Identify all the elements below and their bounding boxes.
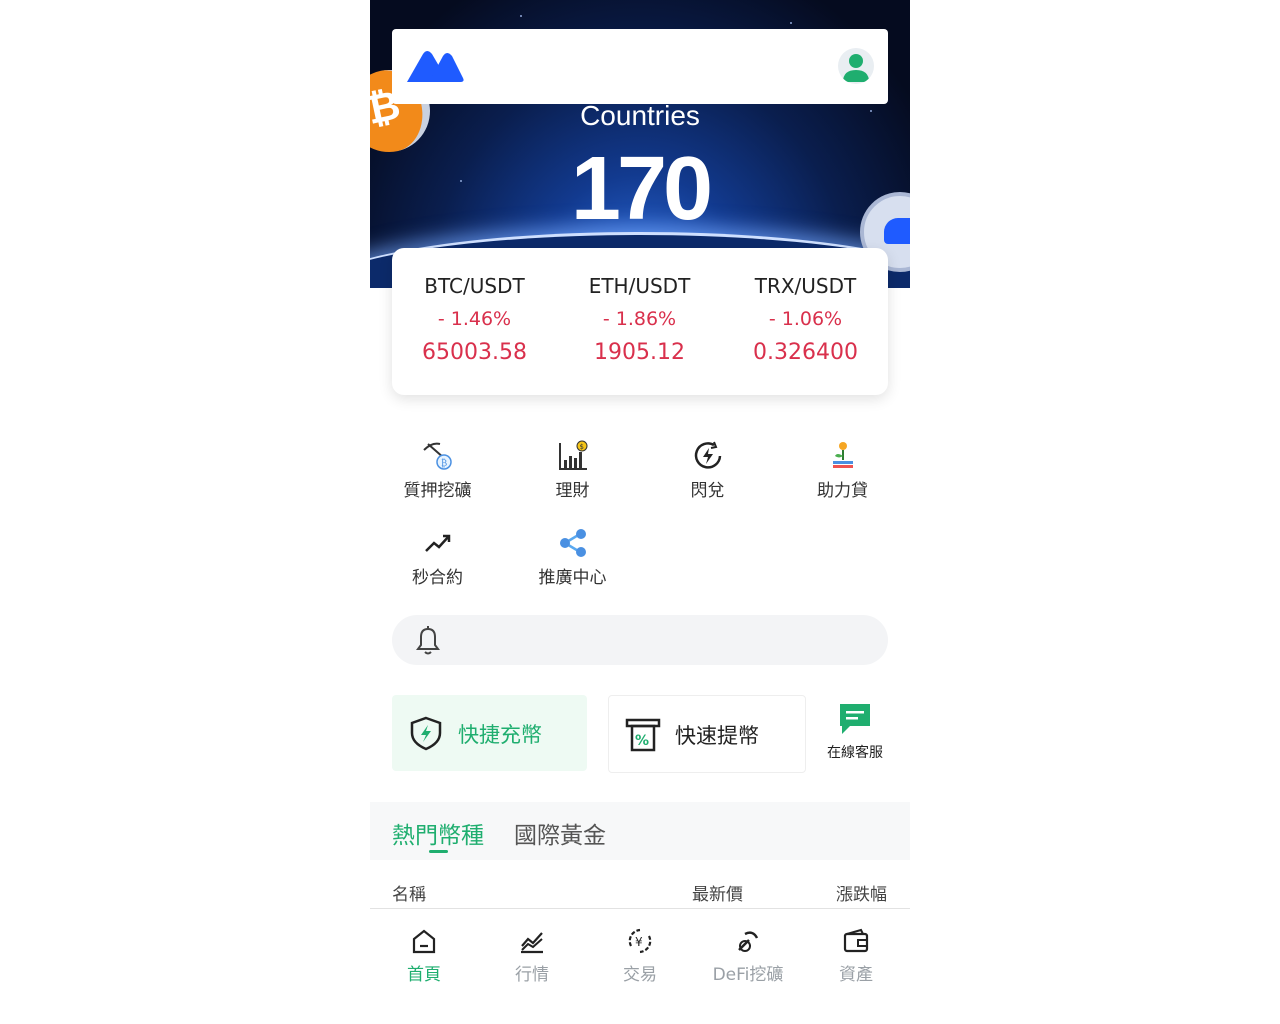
menu-loan[interactable]: 助力貸 <box>775 440 910 501</box>
nav-trade[interactable]: ¥ 交易 <box>586 928 694 985</box>
quick-deposit-label: 快捷充幣 <box>458 723 542 747</box>
share-icon <box>559 529 586 557</box>
market-tab-bar: 熱門幣種 國際黃金 <box>370 802 910 860</box>
flash-exchange-icon <box>694 441 721 469</box>
menu-flash-exchange[interactable]: 閃兌 <box>640 440 775 501</box>
online-support-button[interactable]: 在線客服 <box>822 702 888 762</box>
ticker-pair: TRX/USDT <box>754 274 857 298</box>
nav-label: DeFi挖礦 <box>712 965 784 985</box>
active-tab-indicator <box>429 850 448 853</box>
tab-hot-coins[interactable]: 熱門幣種 <box>392 816 484 850</box>
online-support-label: 在線客服 <box>827 745 883 761</box>
ticker-price: 0.326400 <box>753 340 858 365</box>
menu-second-contract[interactable]: 秒合約 <box>370 527 505 588</box>
column-header-name[interactable]: 名稱 <box>392 880 426 905</box>
quick-deposit-button[interactable]: 快捷充幣 <box>392 695 587 771</box>
pickaxe-icon <box>738 931 759 952</box>
nav-label: 交易 <box>623 965 657 985</box>
announcement-bar[interactable] <box>392 615 888 665</box>
top-header <box>392 29 888 104</box>
finance-chart-icon: $ <box>558 440 587 470</box>
nav-label: 首頁 <box>407 965 441 985</box>
tab-international-gold[interactable]: 國際黃金 <box>514 816 606 850</box>
menu-label: 質押挖礦 <box>403 481 472 501</box>
bell-icon <box>416 626 440 655</box>
menu-label: 閃兌 <box>690 481 725 501</box>
menu-label: 助力貸 <box>817 481 868 501</box>
chat-bubble-icon <box>840 704 870 734</box>
app-screen: ₿ Countries 170 BTC/USDT - 1.46% 65003.5… <box>370 0 910 1024</box>
ticker-change: - 1.46% <box>437 308 512 330</box>
ticker-btc[interactable]: BTC/USDT - 1.46% 65003.58 <box>392 274 557 365</box>
menu-label: 理財 <box>555 481 590 501</box>
market-chart-icon <box>521 932 543 954</box>
svg-text:%: % <box>635 733 649 749</box>
wallet-icon <box>843 928 869 953</box>
svg-text:₿: ₿ <box>441 458 447 469</box>
ticker-pair: ETH/USDT <box>588 274 691 298</box>
svg-text:¥: ¥ <box>635 935 643 949</box>
withdraw-receipt-icon: % <box>625 718 661 752</box>
header-divider <box>370 908 910 909</box>
user-avatar-icon[interactable] <box>838 48 874 84</box>
loan-plant-icon <box>832 442 853 468</box>
column-header-price[interactable]: 最新價 <box>692 880 743 905</box>
banner-number: 170 <box>570 139 713 239</box>
svg-text:$: $ <box>579 443 583 451</box>
mining-icon: ₿ <box>422 442 452 470</box>
ticker-price: 1905.12 <box>594 340 685 365</box>
nav-label: 資產 <box>839 965 873 985</box>
nav-assets[interactable]: 資產 <box>802 928 910 985</box>
ticker-trx[interactable]: TRX/USDT - 1.06% 0.326400 <box>723 274 888 365</box>
nav-defi-mining[interactable]: DeFi挖礦 <box>694 928 802 985</box>
menu-finance[interactable]: $ 理財 <box>505 440 640 501</box>
menu-label: 推廣中心 <box>538 568 607 588</box>
shield-lightning-icon <box>410 716 442 751</box>
quick-withdraw-button[interactable]: % 快速提幣 <box>608 695 806 773</box>
star-decoration <box>790 22 792 24</box>
ticker-change: - 1.06% <box>768 308 843 330</box>
trend-up-icon <box>424 534 450 552</box>
ticker-pair: BTC/USDT <box>424 274 525 298</box>
nav-market[interactable]: 行情 <box>478 928 586 985</box>
column-header-change[interactable]: 漲跌幅 <box>836 880 887 905</box>
yuan-exchange-icon: ¥ <box>628 928 652 954</box>
star-decoration <box>520 15 522 17</box>
menu-staking-mining[interactable]: ₿ 質押挖礦 <box>370 440 505 501</box>
ticker-eth[interactable]: ETH/USDT - 1.86% 1905.12 <box>557 274 722 365</box>
market-ticker-card: BTC/USDT - 1.46% 65003.58 ETH/USDT - 1.8… <box>392 248 888 395</box>
quick-withdraw-label: 快速提幣 <box>675 724 759 748</box>
brand-logo-icon[interactable] <box>405 48 465 84</box>
nav-label: 行情 <box>515 965 549 985</box>
ticker-price: 65003.58 <box>422 340 527 365</box>
menu-label: 秒合約 <box>412 568 463 588</box>
ticker-change: - 1.86% <box>602 308 677 330</box>
menu-promotion-center[interactable]: 推廣中心 <box>505 527 640 588</box>
banner-title: Countries <box>580 100 700 131</box>
home-icon <box>412 929 436 954</box>
nav-home[interactable]: 首頁 <box>370 928 478 985</box>
